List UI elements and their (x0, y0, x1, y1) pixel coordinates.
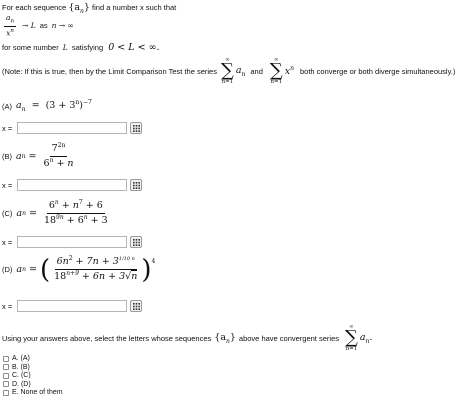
choice-d-label: D. (D) (12, 380, 31, 388)
satisfying-text: satisfying (71, 43, 104, 52)
question-term: an. (359, 331, 373, 345)
keypad-grid-icon (132, 124, 140, 132)
keypad-button-a[interactable] (130, 122, 142, 134)
part-c-label: (C) (2, 209, 13, 219)
intro-line: For each sequence {an} find a number x s… (2, 2, 176, 15)
note-term-xn: xn (284, 64, 294, 78)
inequality-text: 0 < L < ∞. (108, 42, 160, 53)
choice-b-label: B. (B) (12, 363, 30, 371)
checkbox-b[interactable] (3, 364, 9, 370)
x-label-d: x = (2, 301, 13, 311)
keypad-button-d[interactable] (130, 300, 142, 312)
choice-a-label: A. (A) (12, 355, 30, 362)
question-sum: ∞ ∑ n=1 (345, 324, 358, 352)
x-label-b: x = (2, 180, 13, 190)
note-text-a: (Note: If this is true, then by the Limi… (2, 66, 217, 76)
note-line: (Note: If this is true, then by the Limi… (2, 57, 455, 85)
choice-a[interactable]: A. (A) (3, 355, 63, 362)
part-d-formula: an = ( 6n2 + 7n + 31/10 n 18n+9 + 6n + 3… (16, 254, 156, 285)
choices-list: A. (A) B. (B) C. (C) D. (D) E. None of t… (3, 355, 63, 396)
note-text-b: both converge or both diverge simultaneo… (299, 66, 456, 76)
checkbox-d[interactable] (3, 381, 9, 387)
question-text-a: Using your answers above, select the let… (2, 333, 212, 343)
ratio-limit: an xn → L as n → ∞ (2, 13, 74, 38)
some-text: for some number (2, 43, 59, 52)
part-d-label: (D) (2, 265, 13, 275)
question-line: Using your answers above, select the let… (2, 324, 372, 352)
ratio-fraction: an xn (4, 13, 17, 38)
choice-d[interactable]: D. (D) (3, 381, 63, 388)
intro-text-a: For each sequence (2, 3, 67, 12)
x-label-c: x = (2, 237, 13, 247)
answer-row-d: x = (2, 300, 142, 312)
ratio-limit-text: n → ∞ (51, 21, 74, 31)
choice-e[interactable]: E. None of them (3, 389, 63, 396)
note-term-an: an (235, 64, 246, 78)
checkbox-e[interactable] (3, 389, 9, 396)
answer-input-a[interactable] (17, 122, 127, 134)
intro-seq-symbol: {an} (68, 2, 90, 15)
note-sum-xn: ∞ ∑ n=1 (269, 57, 283, 85)
part-b-label: (B) (2, 152, 12, 162)
checkbox-a[interactable] (3, 355, 9, 362)
ratio-arrow-text: → L (22, 21, 36, 31)
answer-row-c: x = (2, 236, 142, 248)
part-a: (A) an = (3 + 3n)−7 (2, 99, 92, 113)
note-sum-an: ∞ ∑ n=1 (220, 57, 234, 85)
part-b: (B) an = 72n 6n + n (2, 142, 78, 170)
keypad-grid-icon (132, 302, 140, 310)
part-a-formula: an = (3 + 3n)−7 (16, 99, 92, 114)
some-number-line: for some number L satisfying 0 < L < ∞. (2, 42, 160, 53)
checkbox-c[interactable] (3, 372, 9, 379)
choice-c-label: C. (C) (12, 372, 31, 379)
ratio-as-text: as (39, 21, 48, 31)
choice-e-label: E. None of them (12, 389, 63, 396)
choice-c[interactable]: C. (C) (3, 372, 63, 379)
answer-row-b: x = (2, 179, 142, 191)
L-symbol: L (62, 43, 68, 52)
x-label-a: x = (2, 123, 13, 133)
answer-input-b[interactable] (17, 179, 127, 191)
answer-row-a: x = (2, 122, 142, 134)
answer-input-d[interactable] (17, 300, 127, 312)
choice-b[interactable]: B. (B) (3, 364, 63, 371)
question-seq: {an} (214, 331, 236, 345)
part-c-formula: an = 6n + n7 + 6 189n + 6n + 3 (16, 199, 108, 227)
keypad-grid-icon (132, 181, 140, 189)
part-d: (D) an = ( 6n2 + 7n + 31/10 n 18n+9 + 6n… (2, 254, 156, 285)
intro-text-b: find a number x such that (92, 3, 177, 12)
question-text-b: above have convergent series (238, 333, 339, 343)
keypad-button-b[interactable] (130, 179, 142, 191)
keypad-grid-icon (132, 238, 140, 246)
part-b-formula: an = 72n 6n + n (16, 142, 74, 170)
keypad-button-c[interactable] (130, 236, 142, 248)
answer-input-c[interactable] (17, 236, 127, 248)
part-c: (C) an = 6n + n7 + 6 189n + 6n + 3 (2, 199, 112, 227)
note-and-text: and (250, 66, 263, 76)
part-a-label: (A) (2, 101, 12, 111)
